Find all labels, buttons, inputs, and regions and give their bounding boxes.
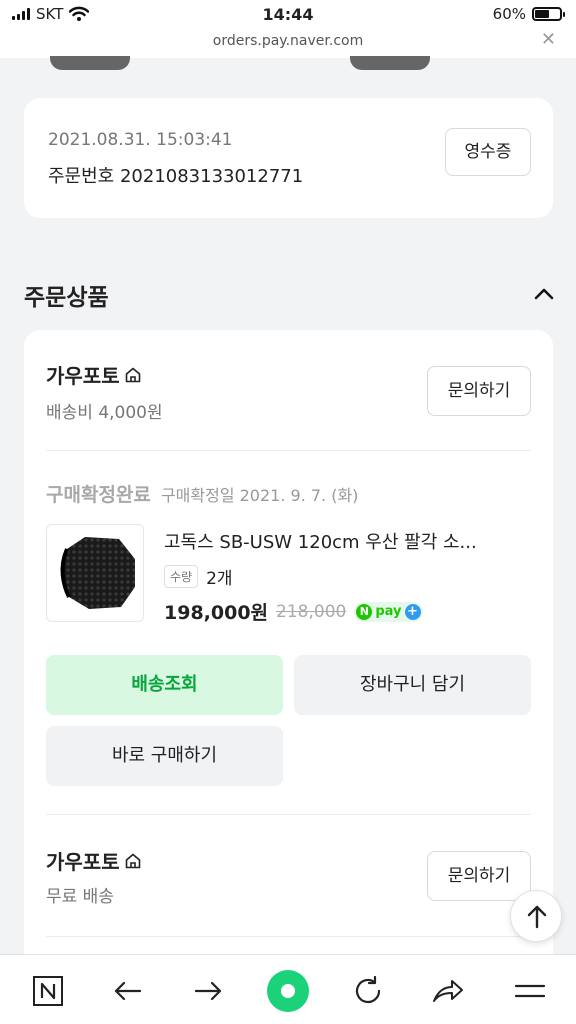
order-info-card: 2021.08.31. 15:03:41 주문번호 20210831330127…	[24, 98, 553, 218]
green-circle-icon[interactable]	[266, 969, 310, 1013]
forward-arrow-icon[interactable]	[190, 973, 226, 1009]
home-icon	[125, 367, 140, 382]
divider	[46, 450, 531, 451]
original-price: 218,000	[276, 601, 347, 622]
price: 198,000원	[164, 602, 269, 624]
track-delivery-button[interactable]: 배송조회	[46, 655, 283, 715]
battery-percent: 60%	[492, 5, 526, 23]
url-text[interactable]: orders.pay.naver.com	[213, 33, 363, 49]
quantity-tag: 수량	[164, 565, 199, 588]
order-items-card: 가우포토 배송비 4,000원 문의하기 구매확정완료 구매확정일 2021. …	[24, 330, 553, 970]
order-status: 구매확정완료 구매확정일 2021. 9. 7. (화)	[46, 480, 358, 507]
receipt-button[interactable]: 영수증	[445, 128, 531, 176]
order-date: 2021.08.31. 15:03:41	[48, 130, 233, 150]
inquire-button[interactable]: 문의하기	[427, 366, 531, 416]
arrow-up-icon	[527, 905, 547, 929]
store-name[interactable]: 가우포토	[46, 360, 142, 389]
divider	[46, 814, 531, 815]
npay-label: pay	[375, 604, 402, 619]
status-label: 구매확정완료	[46, 484, 151, 506]
naver-n-icon: N	[356, 603, 373, 620]
clock: 14:44	[262, 5, 314, 24]
back-arrow-icon[interactable]	[110, 973, 146, 1009]
store-name-label: 가우포토	[46, 850, 120, 874]
naver-home-icon[interactable]	[30, 973, 66, 1009]
order-number: 주문번호 2021083133012771	[48, 166, 304, 187]
close-icon[interactable]: ✕	[541, 30, 556, 50]
scroll-to-top-button[interactable]	[510, 890, 562, 942]
confirm-date: 구매확정일 2021. 9. 7. (화)	[160, 486, 359, 505]
npay-plus-badge: N pay +	[354, 601, 423, 622]
home-icon	[125, 853, 140, 868]
reload-icon[interactable]	[350, 973, 386, 1009]
softbox-image	[60, 537, 135, 609]
divider	[46, 936, 531, 937]
store-name[interactable]: 가우포토	[46, 846, 142, 875]
status-right: 60%	[492, 5, 565, 23]
url-bar[interactable]: orders.pay.naver.com ✕	[0, 30, 576, 58]
quantity-value: 2개	[206, 569, 233, 589]
store-name-label: 가우포토	[46, 364, 120, 388]
shipping-fee: 배송비 4,000원	[46, 403, 163, 423]
product-thumbnail[interactable]	[46, 524, 144, 622]
product-name[interactable]: 고독스 SB-USW 120cm 우산 팔각 소...	[164, 528, 524, 554]
section-title: 주문상품	[24, 285, 109, 311]
status-bar: SKT 14:44 60%	[0, 0, 576, 30]
top-tab-left	[50, 56, 130, 70]
chevron-up-icon[interactable]	[530, 282, 558, 306]
battery-icon	[532, 7, 565, 21]
price-row: 198,000원 218,000 N pay +	[164, 598, 423, 625]
add-to-cart-button[interactable]: 장바구니 담기	[294, 655, 531, 715]
shipping-fee: 무료 배송	[46, 887, 114, 907]
share-icon[interactable]	[430, 973, 466, 1009]
buy-now-button[interactable]: 바로 구매하기	[46, 726, 283, 786]
browser-toolbar	[0, 954, 576, 1024]
menu-icon[interactable]	[512, 973, 548, 1009]
quantity-row: 수량 2개	[164, 564, 233, 589]
top-tab-right	[350, 56, 430, 70]
plus-icon: +	[404, 603, 421, 620]
